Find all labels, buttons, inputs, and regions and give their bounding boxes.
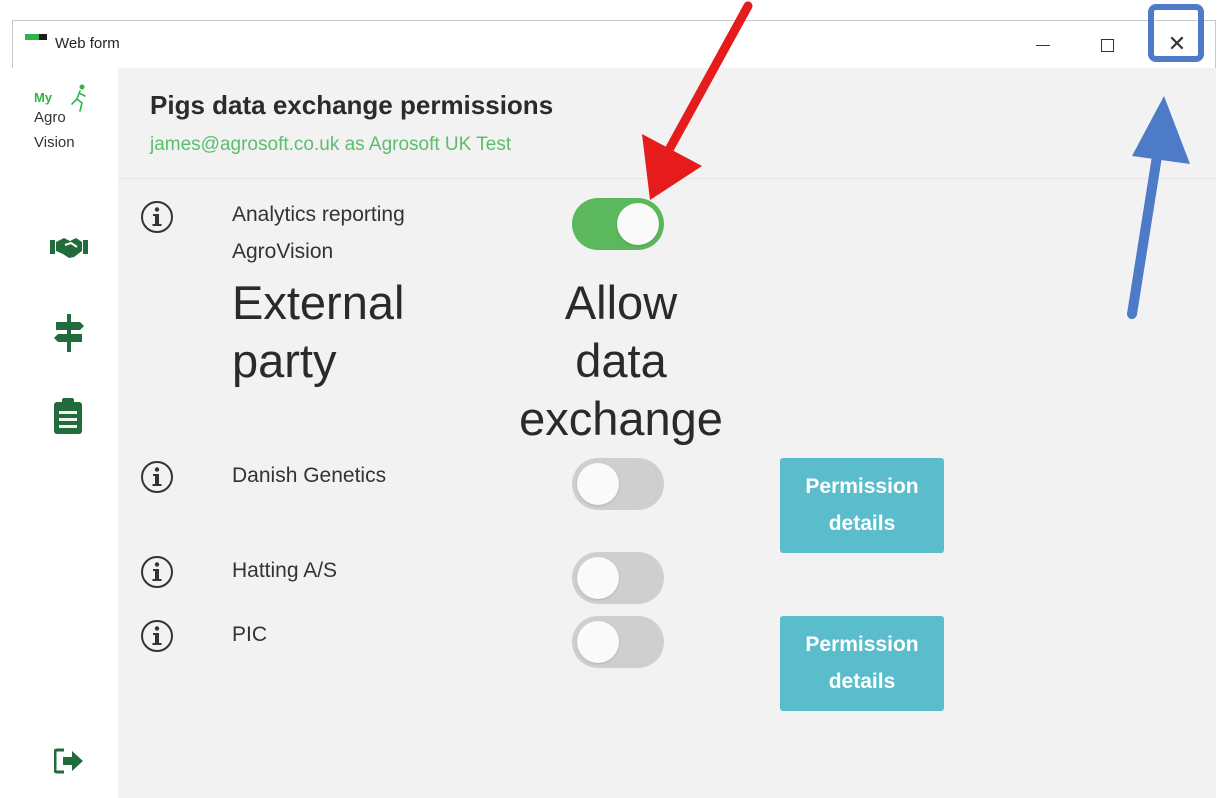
- allow-exchange-header: Allow data exchange: [510, 274, 732, 448]
- minimize-icon: [1036, 44, 1050, 46]
- user-subtitle: james@agrosoft.co.uk as Agrosoft UK Test: [150, 134, 512, 155]
- info-icon[interactable]: [140, 555, 174, 589]
- signpost-icon[interactable]: [54, 314, 84, 352]
- minimize-button[interactable]: [1013, 21, 1073, 69]
- close-highlight-box: [1148, 4, 1204, 62]
- permission-details-label: Permission details: [805, 475, 919, 535]
- logo-vision: Vision: [34, 134, 75, 151]
- sidebar: My Agro Vision: [12, 68, 118, 798]
- app-icon: [25, 34, 47, 40]
- analytics-label-line1: Analytics reporting: [232, 203, 405, 226]
- external-party-header: External party: [232, 274, 404, 390]
- party-name: Hatting A/S: [232, 559, 338, 582]
- allow-line1: Allow: [564, 276, 678, 329]
- app-logo: My Agro Vision: [34, 84, 104, 155]
- analytics-label-line2: AgroVision: [232, 240, 334, 263]
- clipboard-icon[interactable]: [54, 398, 82, 434]
- title-bar[interactable]: Web form ✕: [13, 21, 1215, 69]
- party-name: PIC: [232, 623, 268, 646]
- info-icon[interactable]: [140, 200, 174, 234]
- party-name: Danish Genetics: [232, 464, 387, 487]
- allow-line2: data: [575, 334, 667, 387]
- permission-details-button[interactable]: Permission details: [780, 458, 944, 553]
- toggle-knob: [577, 621, 619, 663]
- maximize-icon: [1100, 38, 1114, 52]
- logout-icon[interactable]: [54, 748, 84, 774]
- hatting-toggle[interactable]: [572, 552, 664, 604]
- allow-line3: exchange: [519, 392, 723, 445]
- toggle-knob: [577, 463, 619, 505]
- info-icon[interactable]: [140, 619, 174, 653]
- maximize-button[interactable]: [1077, 21, 1137, 69]
- danish-genetics-toggle[interactable]: [572, 458, 664, 510]
- blue-arrow-annotation: [1127, 96, 1190, 319]
- info-icon[interactable]: [140, 460, 174, 494]
- page-title: Pigs data exchange permissions: [150, 90, 554, 120]
- pic-toggle[interactable]: [572, 616, 664, 668]
- window-title: Web form: [55, 35, 120, 52]
- external-party-line2: party: [232, 334, 337, 387]
- toggle-knob: [577, 557, 619, 599]
- runner-icon: [71, 84, 86, 112]
- red-arrow-annotation: [642, 1, 753, 200]
- external-party-line1: External: [232, 276, 405, 329]
- permission-details-label: Permission details: [805, 633, 919, 693]
- handshake-icon[interactable]: [50, 234, 88, 260]
- permission-details-button[interactable]: Permission details: [780, 616, 944, 711]
